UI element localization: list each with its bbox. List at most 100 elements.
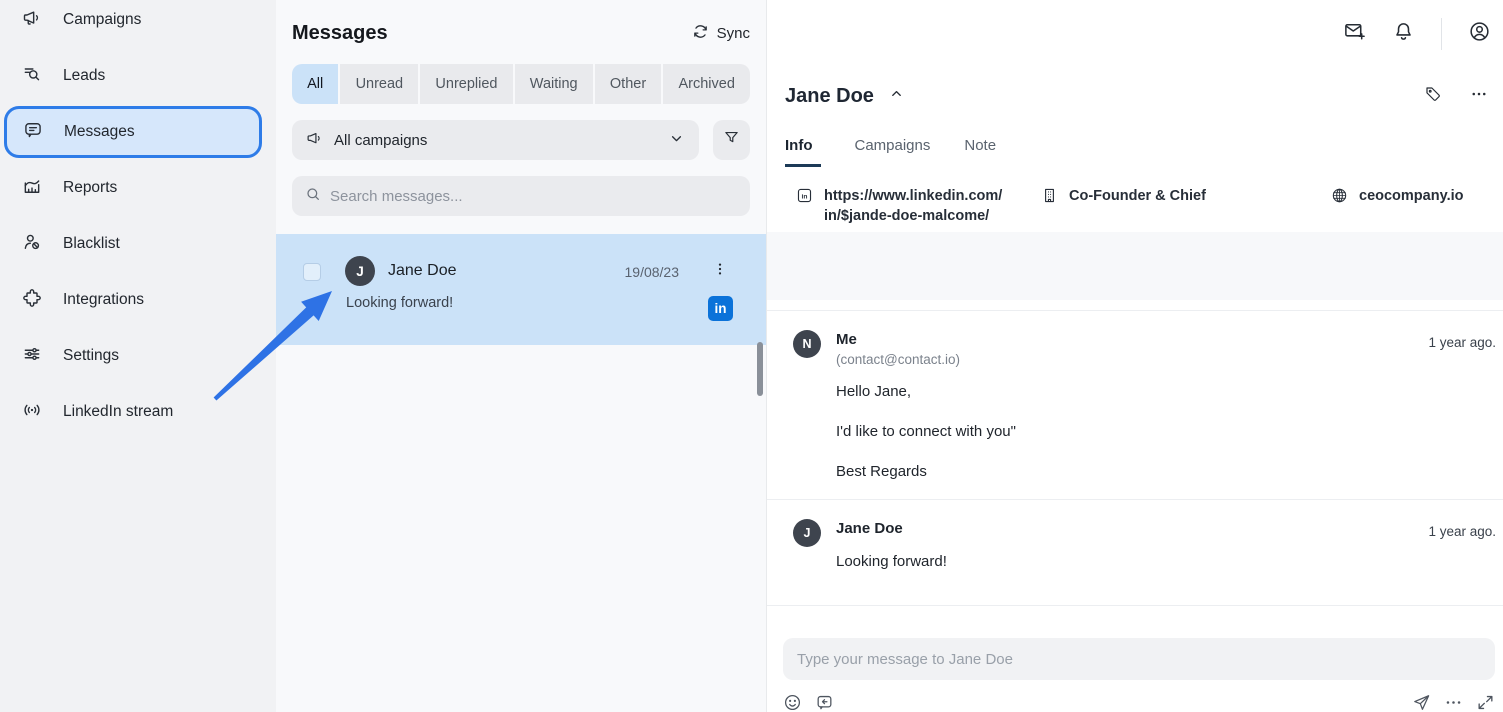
- sidebar-item-label: LinkedIn stream: [63, 403, 173, 421]
- notifications-bell-icon[interactable]: [1392, 20, 1415, 48]
- message-line: Hello Jane,: [836, 383, 1493, 401]
- avatar: J: [793, 519, 821, 547]
- building-icon: [1041, 186, 1058, 226]
- avatar: J: [345, 256, 375, 286]
- chevron-down-icon: [668, 130, 685, 151]
- puzzle-icon: [22, 288, 42, 313]
- sidebar-item-integrations[interactable]: Integrations: [0, 272, 276, 328]
- more-options-icon[interactable]: [1444, 693, 1463, 712]
- sidebar-nav: Campaigns Leads Messages Reports Blackli…: [0, 0, 276, 440]
- message-input[interactable]: [797, 651, 1481, 668]
- message-search: [292, 176, 750, 216]
- linkedin-url-line1: https://www.linkedin.com/: [824, 188, 1002, 204]
- more-options-icon[interactable]: [1470, 85, 1488, 108]
- lead-linkedin-url[interactable]: in https://www.linkedin.com/ in/$jande-d…: [796, 186, 1041, 226]
- app-window: Campaigns Leads Messages Reports Blackli…: [0, 0, 1503, 712]
- collapsed-section: [767, 232, 1503, 300]
- messages-panel-title: Messages: [292, 22, 388, 45]
- thread-message: N Me (contact@contact.io) Hello Jane, I'…: [767, 311, 1503, 500]
- conversation-checkbox[interactable]: [303, 263, 321, 281]
- search-input[interactable]: [330, 188, 737, 205]
- divider: [1441, 18, 1442, 50]
- lead-job-title: Co-Founder & Chief: [1041, 186, 1331, 226]
- sidebar: Campaigns Leads Messages Reports Blackli…: [0, 0, 276, 712]
- funnel-icon: [723, 129, 740, 151]
- advanced-filter-button[interactable]: [713, 120, 750, 160]
- tab-archived[interactable]: Archived: [663, 64, 750, 104]
- list-scrollbar[interactable]: [757, 342, 763, 396]
- quick-reply-icon[interactable]: [815, 693, 834, 712]
- chat-bubble-icon: [23, 120, 43, 145]
- megaphone-icon: [306, 130, 323, 151]
- message-body: Hello Jane, I'd like to connect with you…: [836, 383, 1493, 481]
- conversation-date: 19/08/23: [625, 264, 680, 280]
- sidebar-item-campaigns[interactable]: Campaigns: [0, 0, 276, 48]
- lead-panel: Jane Doe Info Campaigns Note in https://…: [766, 0, 1503, 712]
- message-timestamp: 1 year ago.: [1428, 524, 1496, 539]
- sidebar-item-label: Messages: [64, 123, 135, 141]
- message-thread: N Me (contact@contact.io) Hello Jane, I'…: [767, 311, 1503, 618]
- new-mail-icon[interactable]: [1343, 20, 1366, 48]
- website-text: ceocompany.io: [1359, 186, 1463, 226]
- sidebar-item-label: Integrations: [63, 291, 144, 309]
- tab-all[interactable]: All: [292, 64, 338, 104]
- sync-label: Sync: [717, 25, 750, 42]
- tab-waiting[interactable]: Waiting: [515, 64, 593, 104]
- lead-tab-info[interactable]: Info: [785, 137, 821, 167]
- expand-icon[interactable]: [1476, 693, 1495, 712]
- sidebar-item-label: Campaigns: [63, 11, 141, 29]
- emoji-icon[interactable]: [783, 693, 802, 712]
- lead-website[interactable]: ceocompany.io: [1331, 186, 1463, 226]
- message-line: Looking forward!: [836, 553, 1493, 571]
- message-sender: Jane Doe: [836, 520, 1493, 537]
- job-title-text: Co-Founder & Chief: [1069, 186, 1206, 226]
- megaphone-icon: [22, 8, 42, 33]
- conversation-list: J Jane Doe 19/08/23 Looking forward! in: [276, 234, 766, 345]
- collapse-chevron-up-icon[interactable]: [889, 86, 904, 106]
- send-icon[interactable]: [1412, 693, 1431, 712]
- tag-icon[interactable]: [1424, 85, 1442, 108]
- blocked-user-icon: [22, 232, 42, 257]
- tab-unreplied[interactable]: Unreplied: [420, 64, 512, 104]
- conversation-menu-button[interactable]: [712, 261, 728, 282]
- conversation-preview: Looking forward!: [346, 295, 453, 311]
- message-body: Looking forward!: [836, 553, 1493, 571]
- campaign-filter-dropdown[interactable]: All campaigns: [292, 120, 699, 160]
- linkedin-square-icon: in: [796, 186, 813, 226]
- top-action-bar: [767, 0, 1503, 68]
- message-timestamp: 1 year ago.: [1428, 335, 1496, 350]
- sidebar-item-linkedin-stream[interactable]: LinkedIn stream: [0, 384, 276, 440]
- sidebar-item-leads[interactable]: Leads: [0, 48, 276, 104]
- account-icon[interactable]: [1468, 20, 1491, 48]
- message-sender: Me: [836, 331, 1493, 348]
- chart-icon: [22, 176, 42, 201]
- lead-name: Jane Doe: [785, 85, 874, 108]
- broadcast-icon: [22, 400, 42, 425]
- message-sender-email: (contact@contact.io): [836, 352, 1493, 367]
- lead-tab-campaigns[interactable]: Campaigns: [855, 137, 931, 167]
- tab-other[interactable]: Other: [595, 64, 662, 104]
- search-icon: [305, 186, 321, 207]
- lead-tab-note[interactable]: Note: [964, 137, 996, 167]
- globe-icon: [1331, 186, 1348, 226]
- sidebar-item-label: Reports: [63, 179, 117, 197]
- messages-panel: Messages Sync All Unread Unreplied Waiti…: [276, 0, 766, 712]
- sidebar-item-settings[interactable]: Settings: [0, 328, 276, 384]
- message-line: Best Regards: [836, 463, 1493, 481]
- sidebar-item-blacklist[interactable]: Blacklist: [0, 216, 276, 272]
- conversation-item-jane-doe[interactable]: J Jane Doe 19/08/23 Looking forward! in: [276, 234, 766, 345]
- compose-toolbar: [783, 693, 1495, 712]
- sync-button[interactable]: Sync: [692, 23, 750, 44]
- thread-message: J Jane Doe Looking forward! 1 year ago.: [767, 500, 1503, 606]
- tab-unread[interactable]: Unread: [340, 64, 418, 104]
- compose-area: [767, 618, 1503, 712]
- lead-info-row: in https://www.linkedin.com/ in/$jande-d…: [767, 167, 1503, 226]
- svg-text:in: in: [802, 193, 808, 200]
- sidebar-item-reports[interactable]: Reports: [0, 160, 276, 216]
- sidebar-item-label: Leads: [63, 67, 105, 85]
- message-line: I'd like to connect with you": [836, 423, 1493, 441]
- avatar: N: [793, 330, 821, 358]
- lead-search-icon: [22, 64, 42, 89]
- sidebar-item-messages[interactable]: Messages: [4, 106, 262, 158]
- lead-tabs: Info Campaigns Note: [767, 137, 1503, 167]
